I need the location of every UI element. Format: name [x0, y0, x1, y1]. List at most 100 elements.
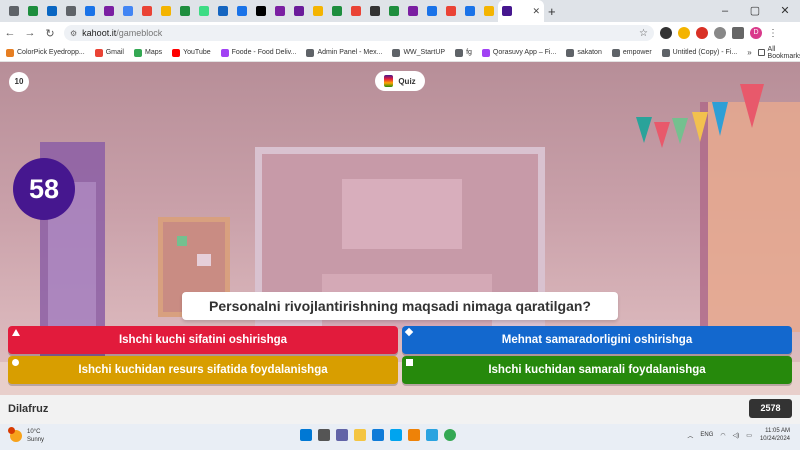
- close-window-icon[interactable]: ✕: [770, 0, 800, 22]
- bookmark-favicon-icon: [481, 48, 490, 57]
- battery-icon[interactable]: ▭: [746, 432, 752, 439]
- tab-favicon-icon: [122, 6, 133, 16]
- new-tab-button[interactable]: +: [548, 4, 556, 19]
- extension-icon[interactable]: [660, 27, 672, 39]
- chevron-up-icon[interactable]: ︿: [687, 431, 693, 440]
- browser-tab[interactable]: ✕: [498, 0, 544, 22]
- browser-tab[interactable]: [175, 0, 194, 22]
- bookmark-item[interactable]: YouTube: [172, 48, 211, 57]
- close-tab-icon[interactable]: ✕: [532, 6, 540, 17]
- bookmark-item[interactable]: empower: [611, 48, 652, 57]
- minimize-icon[interactable]: –: [710, 0, 740, 22]
- site-info-icon[interactable]: ⚙: [70, 29, 77, 38]
- bunting-flag: [712, 102, 728, 136]
- answer-button-triangle[interactable]: Ishchi kuchi sifatini oshirishga: [8, 326, 398, 354]
- browser-tab[interactable]: [479, 0, 498, 22]
- sun-icon: [8, 427, 22, 442]
- browser-tab[interactable]: [327, 0, 346, 22]
- answer-button-diamond[interactable]: Mehnat samaradorligini oshirishga: [402, 326, 792, 354]
- bookmark-item[interactable]: Admin Panel - Mex...: [306, 48, 382, 57]
- weather-widget[interactable]: 10°C Sunny: [8, 427, 44, 444]
- forward-icon[interactable]: →: [20, 27, 40, 39]
- downloads-icon[interactable]: [732, 27, 744, 39]
- maximize-icon[interactable]: ▢: [740, 0, 770, 22]
- browser-tab[interactable]: [4, 0, 23, 22]
- extensions-puzzle-icon[interactable]: [714, 27, 726, 39]
- address-bar[interactable]: ⚙ kahoot.it/gameblock ☆: [64, 25, 654, 41]
- browser-tab[interactable]: [80, 0, 99, 22]
- bookmark-item[interactable]: Untitled (Copy) - Fi...: [661, 48, 737, 57]
- search-icon[interactable]: [318, 429, 330, 441]
- bookmark-favicon-icon: [6, 48, 14, 57]
- back-icon[interactable]: ←: [0, 27, 20, 39]
- bookmark-item[interactable]: Foode - Food Deliv...: [220, 48, 297, 57]
- tab-favicon-icon: [502, 6, 512, 16]
- tab-favicon-icon: [84, 6, 95, 16]
- browser-tab[interactable]: [308, 0, 327, 22]
- browser-tab[interactable]: [23, 0, 42, 22]
- browser-tab[interactable]: [346, 0, 365, 22]
- answer-button-circle[interactable]: Ishchi kuchidan resurs sifatida foydalan…: [8, 356, 398, 384]
- browser-tab[interactable]: [251, 0, 270, 22]
- start-icon[interactable]: [300, 429, 312, 441]
- extension-icon[interactable]: [678, 27, 690, 39]
- browser-tab[interactable]: [270, 0, 289, 22]
- browser-tab[interactable]: [441, 0, 460, 22]
- browser-tab[interactable]: [42, 0, 61, 22]
- browser-tab[interactable]: [365, 0, 384, 22]
- browser-tab[interactable]: [194, 0, 213, 22]
- adblock-icon[interactable]: [696, 27, 708, 39]
- tab-favicon-icon: [293, 6, 304, 16]
- bookmark-item[interactable]: Gmail: [94, 48, 124, 57]
- browser-tab[interactable]: [403, 0, 422, 22]
- tab-favicon-icon: [407, 6, 418, 16]
- browser-menu-icon[interactable]: ⋮: [768, 28, 778, 39]
- browser-tab[interactable]: [118, 0, 137, 22]
- clock[interactable]: 11:05 AM 10/24/2024: [760, 427, 790, 443]
- reload-icon[interactable]: ↻: [40, 27, 60, 40]
- profile-avatar[interactable]: D: [750, 27, 762, 39]
- app-icon[interactable]: [408, 429, 420, 441]
- bookmark-favicon-icon: [172, 48, 181, 57]
- browser-tab[interactable]: [61, 0, 80, 22]
- bookmark-item[interactable]: sakaton: [566, 48, 602, 57]
- bookmark-item[interactable]: Maps: [133, 48, 162, 57]
- bookmark-item[interactable]: ColorPick Eyedropp...: [6, 48, 85, 57]
- edge-icon[interactable]: [372, 429, 384, 441]
- answer-text: Ishchi kuchidan resurs sifatida foydalan…: [78, 364, 328, 376]
- answer-button-square[interactable]: Ishchi kuchidan samarali foydalanishga: [402, 356, 792, 384]
- telegram-icon[interactable]: [426, 429, 438, 441]
- bookmarks-overflow-icon[interactable]: »: [747, 48, 751, 57]
- bookmark-star-icon[interactable]: ☆: [639, 28, 648, 39]
- browser-tab[interactable]: [232, 0, 251, 22]
- language-indicator[interactable]: ENG: [700, 432, 713, 438]
- bookmark-label: Foode - Food Deliv...: [231, 49, 297, 56]
- bookmark-item[interactable]: WW_StartUP: [392, 48, 445, 57]
- bookmark-item[interactable]: Qorasuvy App – Fi...: [481, 48, 556, 57]
- clock-time: 11:05 AM: [765, 428, 790, 434]
- bookmark-item[interactable]: fg: [455, 48, 472, 57]
- bunting-flag: [740, 84, 764, 128]
- chrome-icon[interactable]: [444, 429, 456, 441]
- tab-favicon-icon: [160, 6, 171, 16]
- store-icon[interactable]: [390, 429, 402, 441]
- browser-tab[interactable]: [99, 0, 118, 22]
- browser-tab[interactable]: [460, 0, 479, 22]
- question-text: Personalni rivojlantirishning maqsadi ni…: [182, 292, 618, 320]
- all-bookmarks-label: All Bookmarks: [767, 45, 800, 60]
- bookmark-label: empower: [622, 49, 652, 56]
- browser-tab[interactable]: [289, 0, 308, 22]
- all-bookmarks-button[interactable]: All Bookmarks: [757, 45, 800, 60]
- teams-icon[interactable]: [336, 429, 348, 441]
- file-explorer-icon[interactable]: [354, 429, 366, 441]
- tab-favicon-icon: [141, 6, 152, 16]
- tab-favicon-icon: [65, 6, 76, 16]
- browser-tab[interactable]: [384, 0, 403, 22]
- browser-tab[interactable]: [137, 0, 156, 22]
- browser-tab[interactable]: [422, 0, 441, 22]
- browser-tab[interactable]: [213, 0, 232, 22]
- volume-icon[interactable]: ◁): [733, 432, 740, 439]
- wifi-icon[interactable]: ◠: [720, 432, 725, 439]
- browser-tab[interactable]: [156, 0, 175, 22]
- tab-favicon-icon: [483, 6, 494, 16]
